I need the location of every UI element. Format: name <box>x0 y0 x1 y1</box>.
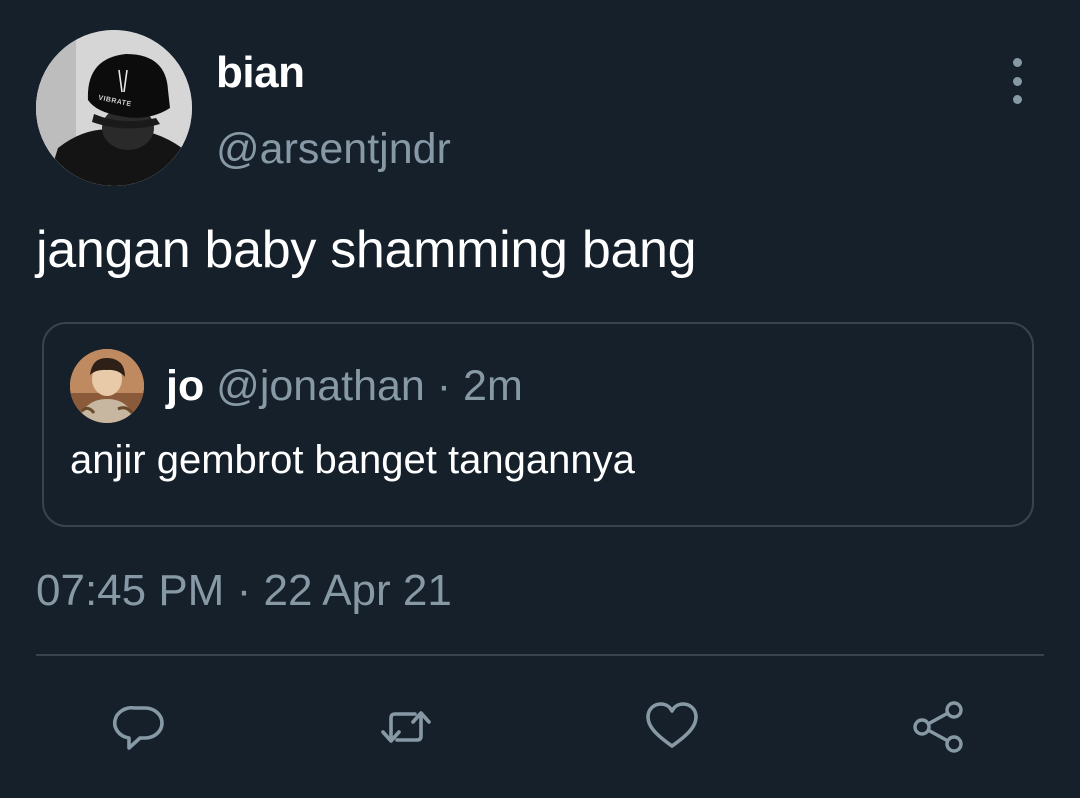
more-icon-dot <box>1012 58 1022 67</box>
quoted-author-handle: @jonathan <box>216 362 425 410</box>
timestamp-time: 07:45 PM <box>36 566 225 615</box>
divider <box>36 654 1044 656</box>
author-avatar[interactable]: VIBRATE <box>36 30 192 186</box>
author-handle[interactable]: @arsentjndr <box>216 125 451 174</box>
timestamp-date: 22 Apr 21 <box>263 566 452 615</box>
heart-icon <box>646 702 698 748</box>
quoted-avatar-image <box>70 349 144 423</box>
timestamp-separator: · <box>236 566 252 615</box>
more-options-button[interactable] <box>1000 58 1034 104</box>
reply-button[interactable] <box>108 695 172 759</box>
reply-icon <box>112 705 164 750</box>
tweet-detail: VIBRATE bian @arsentjndr jangan baby sha… <box>0 0 1080 798</box>
author-display-name[interactable]: bian <box>216 48 305 98</box>
more-icon-dot <box>1012 76 1022 86</box>
quoted-tweet-text: anjir gembrot banget tangannya <box>70 438 635 482</box>
more-icon-dot <box>1012 95 1022 104</box>
author-avatar-image <box>36 30 192 186</box>
quoted-time: 2m <box>463 362 523 410</box>
share-button[interactable] <box>906 695 970 759</box>
retweet-icon <box>381 711 431 743</box>
share-icon <box>913 701 963 753</box>
retweet-button[interactable] <box>374 695 438 759</box>
quoted-tweet-header: jo @jonathan · 2m <box>166 362 523 411</box>
quoted-separator: · <box>436 362 452 410</box>
quoted-author-name: jo <box>166 362 205 410</box>
tweet-timestamp[interactable]: 07:45 PM · 22 Apr 21 <box>36 566 452 616</box>
tweet-text: jangan baby shamming bang <box>36 221 697 279</box>
like-button[interactable] <box>640 695 704 759</box>
quoted-tweet-card[interactable]: jo @jonathan · 2m anjir gembrot banget t… <box>42 322 1034 527</box>
quoted-author-avatar <box>70 349 144 423</box>
